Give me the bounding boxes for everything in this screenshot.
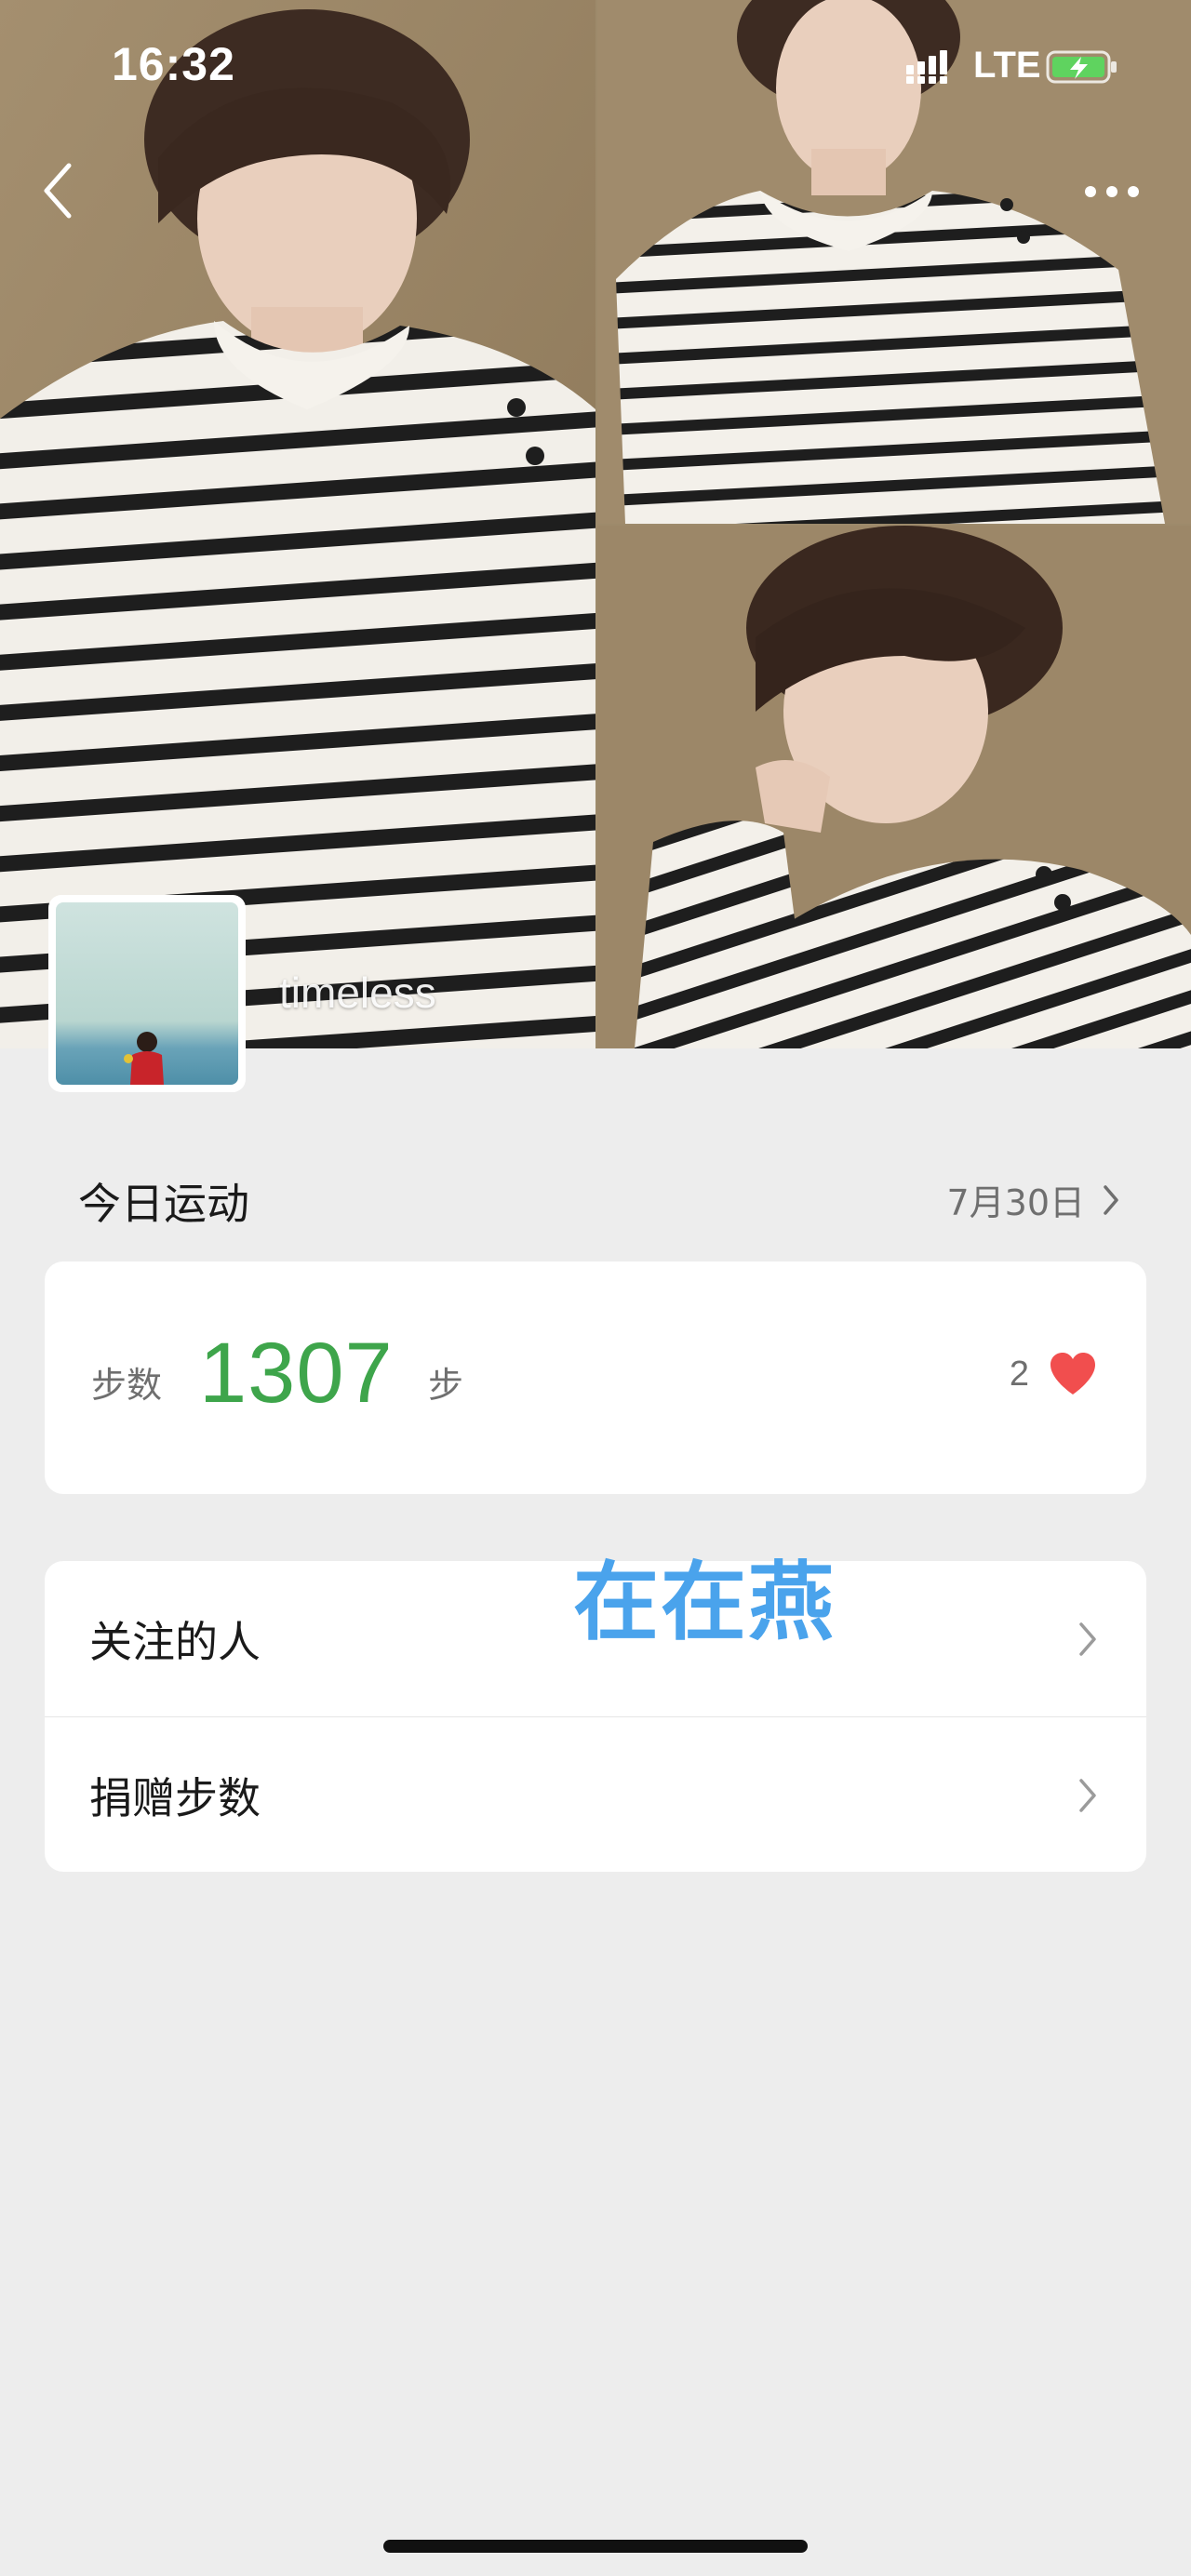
- avatar[interactable]: [48, 895, 246, 1092]
- cover-photo-bottom-right: [597, 526, 1191, 1048]
- network-label: LTE: [973, 45, 1041, 86]
- status-bar: 16:32 LTE: [0, 0, 1191, 130]
- date-selector[interactable]: 7月30日: [946, 1174, 1120, 1225]
- watermark-text: 在在燕: [573, 1553, 836, 1652]
- date-text: 7月30日: [946, 1182, 1085, 1223]
- cover-photo-left: [0, 0, 596, 1048]
- heart-icon: [1050, 1353, 1095, 1395]
- werun-profile-screen: 16:32 LTE timeless 今日运动 7月30日 步数 1307 步 …: [0, 0, 1191, 2576]
- steps-card[interactable]: 步数 1307 步 2: [45, 1261, 1146, 1494]
- like-button[interactable]: 2: [1010, 1351, 1098, 1397]
- menu-item-label: 关注的人: [89, 1616, 261, 1667]
- chevron-right-icon: [1104, 1184, 1118, 1215]
- nickname: timeless: [279, 968, 436, 1017]
- menu-item-label: 捐赠步数: [89, 1772, 261, 1823]
- more-dots-icon[interactable]: [1079, 173, 1144, 210]
- chevron-right-icon: [1079, 1778, 1096, 1812]
- cover-photo[interactable]: [0, 0, 1191, 1048]
- section-title-today: 今日运动: [78, 1179, 249, 1229]
- home-indicator[interactable]: [383, 2540, 808, 2553]
- likes-count: 2: [1009, 1354, 1029, 1394]
- steps-unit: 步: [428, 1365, 464, 1406]
- steps-value: 1307: [199, 1326, 394, 1421]
- menu-item-donate-steps[interactable]: 捐赠步数: [45, 1716, 1146, 1872]
- battery-charging-icon: [1046, 50, 1117, 84]
- steps-label: 步数: [91, 1365, 163, 1406]
- chevron-left-icon[interactable]: [35, 158, 82, 223]
- signal-bars-icon: [906, 50, 947, 84]
- status-time: 16:32: [112, 38, 235, 90]
- chevron-right-icon: [1079, 1622, 1096, 1656]
